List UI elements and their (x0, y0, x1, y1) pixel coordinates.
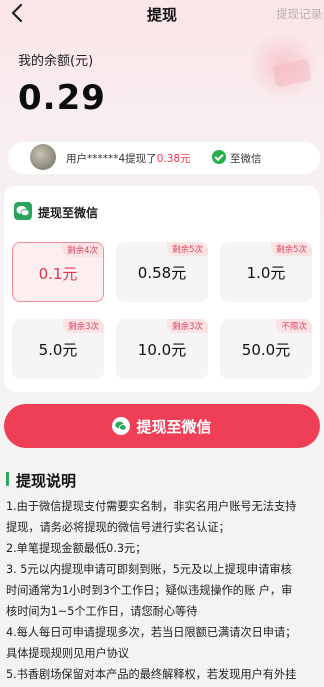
amount-value: 50.0元 (241, 341, 291, 359)
amount-option-0-58[interactable]: 剩余5次 0.58元 (116, 242, 208, 302)
instruction-line: 1.由于微信提现支付需要实名制，非实名用户账号无法支持 (6, 500, 297, 513)
withdraw-card: 提现至微信 剩余4次 0.1元 剩余5次 0.58元 剩余5次 1.0元 剩余3… (4, 186, 320, 392)
instructions-text: 1.由于微信提现支付需要实名制，非实名用户账号无法支持 提现，请务必将提现的微信… (6, 496, 322, 685)
amount-value: 1.0元 (246, 264, 286, 282)
section-accent-bar (6, 472, 9, 486)
amount-option-5-0[interactable]: 剩余3次 5.0元 (12, 319, 104, 379)
wechat-check-icon (212, 150, 226, 164)
amount-value: 10.0元 (137, 341, 187, 359)
balance-value: 0.29 (18, 78, 106, 118)
instruction-line: 3. 5元以内提现申请可即刻到账，5元及以上提现申请审核 (6, 563, 292, 576)
top-bar: 提现 提现记录 (0, 0, 324, 30)
amount-option-50-0[interactable]: 不限次 50.0元 (220, 319, 312, 379)
instruction-line: 具体提现规则见用户协议 (6, 647, 130, 660)
amount-option-1-0[interactable]: 剩余5次 1.0元 (220, 242, 312, 302)
remaining-badge: 剩余4次 (62, 243, 103, 257)
remaining-badge: 剩余3次 (63, 319, 104, 333)
avatar (30, 144, 56, 170)
remaining-badge: 剩余5次 (271, 242, 312, 256)
notice-text: 用户******4提现了0.38元 (66, 151, 191, 166)
instruction-line: 提现，请务必将提现的微信号进行实名认证； (6, 521, 230, 534)
instruction-line: 核时间为1~5个工作日，请您耐心等待 (6, 605, 198, 618)
withdraw-notice: 用户******4提现了0.38元 至微信 (8, 142, 320, 174)
instruction-line: 时间通常为1小时到3个工作日；疑似违规操作的账 户，审 (6, 584, 293, 597)
balance-label: 我的余额(元) (18, 54, 94, 69)
withdraw-button-label: 提现至微信 (136, 417, 212, 436)
amount-value: 0.58元 (137, 264, 187, 282)
card-title: 提现至微信 (38, 206, 99, 220)
amount-value: 0.1元 (38, 265, 78, 283)
instruction-line: 5.书香剧场保留对本产品的最终解释权，若发现用户有外挂 (6, 668, 297, 681)
remaining-badge: 不限次 (276, 319, 312, 333)
wechat-icon (14, 202, 32, 220)
notice-amount: 0.38元 (156, 153, 191, 165)
notice-to: 至微信 (230, 153, 262, 165)
amount-value: 5.0元 (38, 341, 78, 359)
instruction-line: 4.每人每日可申请提现多次，若当日限额已满请次日申请； (6, 626, 297, 639)
wechat-icon (112, 417, 131, 435)
remaining-badge: 剩余3次 (167, 319, 208, 333)
withdraw-to-wechat-button[interactable]: 提现至微信 (4, 404, 320, 448)
withdraw-record-link[interactable]: 提现记录 (276, 6, 322, 22)
notice-user: 用户******4提现了 (66, 153, 157, 165)
remaining-badge: 剩余5次 (167, 242, 208, 256)
amount-option-0-1[interactable]: 剩余4次 0.1元 (12, 242, 104, 302)
instructions-title: 提现说明 (16, 472, 77, 490)
instruction-line: 2.单笔提现金额最低0.3元； (6, 542, 147, 555)
amount-option-10-0[interactable]: 剩余3次 10.0元 (116, 319, 208, 379)
